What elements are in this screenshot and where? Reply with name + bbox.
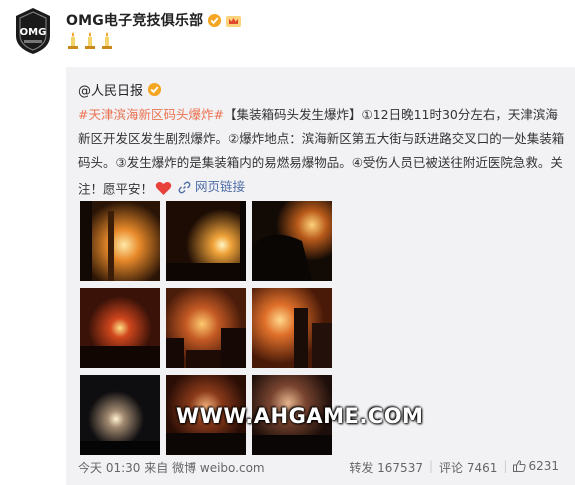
- photo-thumbnail[interactable]: [80, 288, 160, 368]
- repost-text: #天津滨海新区码头爆炸#【集装箱码头发生爆炸】①12日晚11时30分左右，天津滨…: [78, 103, 568, 202]
- action-bar: 转发 167537 | 评论 7461 | 6231: [343, 459, 565, 476]
- explosion-photo-7: [80, 375, 160, 455]
- post-source[interactable]: 微博 weibo.com: [172, 461, 265, 475]
- explosion-photo-5: [166, 288, 246, 368]
- candle-icon: [85, 32, 95, 49]
- link-icon: [178, 181, 191, 193]
- repost-author-row: @人民日报: [78, 80, 162, 99]
- explosion-photo-6: [252, 288, 332, 368]
- post-meta: 今天 01:30 来自 微博 weibo.com: [78, 459, 265, 476]
- web-link-label: 网页链接: [195, 179, 246, 194]
- like-count: 6231: [528, 459, 559, 473]
- post-author-row: OMG电子竞技俱乐部: [66, 9, 242, 31]
- candle-icon: [102, 32, 112, 49]
- omg-logo-icon: OMG: [16, 8, 50, 54]
- like-action[interactable]: 6231: [507, 459, 565, 476]
- comment-label: 评论: [439, 461, 464, 475]
- source-prefix: 来自: [144, 461, 169, 475]
- member-crown-icon[interactable]: [225, 13, 242, 28]
- author-name[interactable]: OMG电子竞技俱乐部: [66, 10, 203, 30]
- photo-thumbnail[interactable]: [252, 288, 332, 368]
- repost-label: 转发: [349, 461, 374, 475]
- repost-count: 167537: [377, 461, 423, 475]
- photo-thumbnail[interactable]: [252, 201, 332, 281]
- comment-action[interactable]: 评论 7461: [433, 459, 503, 476]
- heart-icon: [155, 181, 172, 195]
- web-link[interactable]: 网页链接: [178, 175, 245, 199]
- photo-thumbnail[interactable]: [166, 288, 246, 368]
- svg-text:OMG: OMG: [20, 27, 47, 38]
- explosion-photo-4: [80, 288, 160, 368]
- photo-thumbnail[interactable]: [80, 201, 160, 281]
- verified-badge-icon: [208, 13, 222, 27]
- explosion-photo-2: [166, 201, 246, 281]
- reposted-content: @人民日报 #天津滨海新区码头爆炸#【集装箱码头发生爆炸】①12日晚11时30分…: [66, 67, 575, 485]
- explosion-photo-1: [80, 201, 160, 281]
- repost-author-name[interactable]: @人民日报: [78, 80, 143, 99]
- weibo-post: OMG OMG电子竞技俱乐部 @人民日报 #天津滨海新区码头爆炸#【集装箱码头发…: [0, 0, 575, 485]
- repost-footer: 今天 01:30 来自 微博 weibo.com 转发 167537 | 评论 …: [78, 459, 565, 477]
- verified-badge-icon: [147, 82, 162, 97]
- photo-thumbnail[interactable]: [80, 375, 160, 455]
- emoji-row: [66, 32, 114, 49]
- post-time[interactable]: 今天 01:30: [78, 461, 140, 475]
- explosion-photo-3: [252, 201, 332, 281]
- candle-icon: [68, 32, 78, 49]
- repost-action[interactable]: 转发 167537: [343, 459, 429, 476]
- photo-thumbnail[interactable]: [166, 201, 246, 281]
- avatar[interactable]: OMG: [12, 6, 54, 56]
- hashtag-link[interactable]: #天津滨海新区码头爆炸#: [78, 107, 224, 122]
- comment-count: 7461: [466, 461, 498, 475]
- thumbs-up-icon: [513, 460, 527, 472]
- watermark-text: WWW.AHGAME.COM: [176, 404, 424, 428]
